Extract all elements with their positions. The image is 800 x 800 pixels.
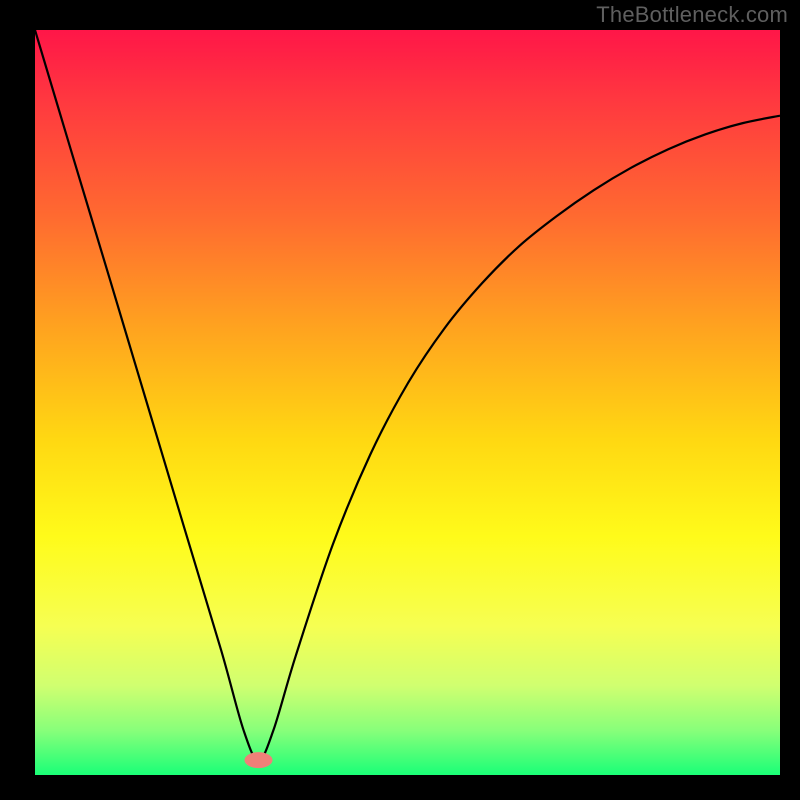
attribution-label: TheBottleneck.com (596, 2, 788, 28)
chart-area (35, 30, 780, 775)
bottleneck-curve-chart (35, 30, 780, 775)
optimum-marker (245, 752, 273, 768)
chart-frame: TheBottleneck.com (0, 0, 800, 800)
